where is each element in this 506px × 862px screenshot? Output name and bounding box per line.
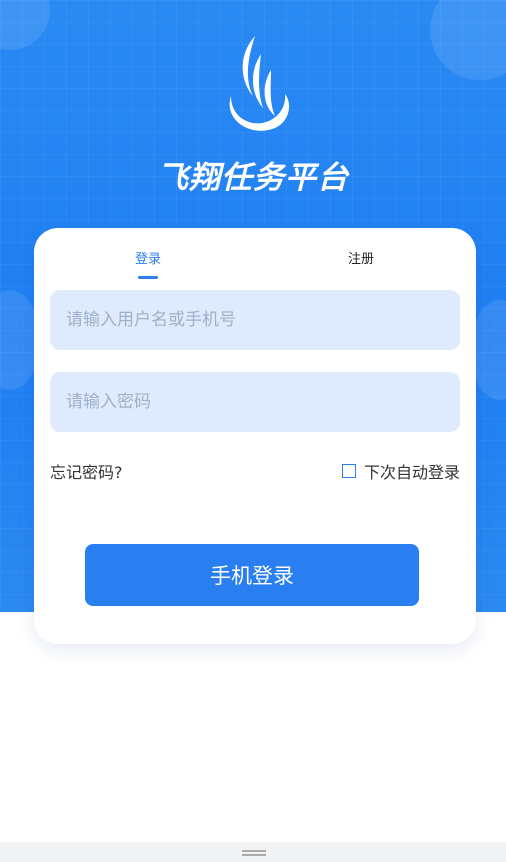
active-tab-indicator xyxy=(138,276,158,279)
login-card: 登录 注册 忘记密码? 下次自动登录 手机登录 xyxy=(34,228,476,644)
bottom-bar xyxy=(0,842,506,862)
wing-logo-icon xyxy=(229,36,290,131)
forgot-password-link[interactable]: 忘记密码? xyxy=(50,459,123,483)
tab-login[interactable]: 登录 xyxy=(128,248,168,267)
drag-handle-icon[interactable] xyxy=(242,850,266,852)
remember-login-option[interactable]: 下次自动登录 xyxy=(341,459,460,483)
remember-label: 下次自动登录 xyxy=(363,463,460,482)
tab-register[interactable]: 注册 xyxy=(341,248,381,267)
phone-login-button[interactable]: 手机登录 xyxy=(85,544,419,606)
username-input[interactable] xyxy=(50,290,460,350)
drag-handle-icon[interactable] xyxy=(242,854,266,856)
password-input[interactable] xyxy=(50,372,460,432)
remember-checkbox[interactable] xyxy=(341,464,356,478)
app-title: 飞翔任务平台 xyxy=(157,160,349,196)
